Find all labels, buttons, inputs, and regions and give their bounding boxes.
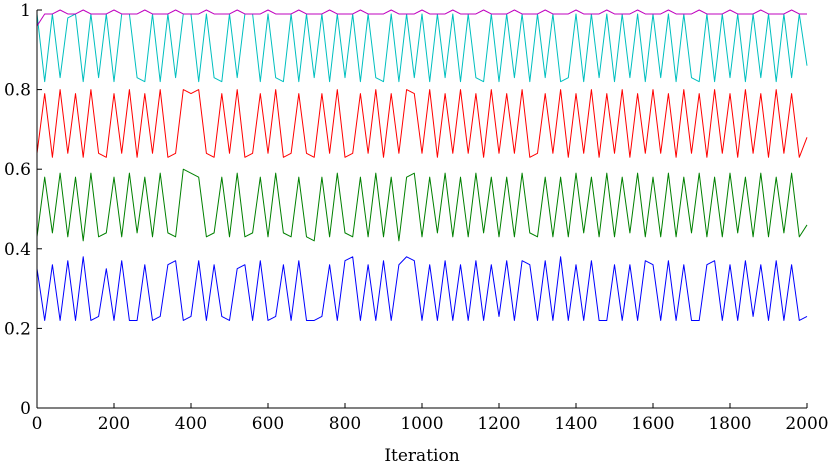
line-chart: 0 200 400 600 800 1000 1200 1400 1600 1800 2000 00… xyxy=(4,1,829,466)
y-ticks: 0 0.2 0.4 0.6 0.8 1 xyxy=(4,1,42,419)
y-tick-label: 0.6 xyxy=(4,160,31,180)
x-axis-title: Iteration xyxy=(384,446,459,466)
x-tick-label: 200 xyxy=(98,414,130,434)
x-tick-label: 1400 xyxy=(554,414,597,434)
y-tick-label: 0.8 xyxy=(4,81,31,101)
x-tick-label: 0 xyxy=(32,414,43,434)
x-tick-label: 1600 xyxy=(631,414,674,434)
y-tick-label: 1 xyxy=(20,1,31,21)
series-line-2 xyxy=(36,168,808,242)
x-tick-label: 400 xyxy=(175,414,207,434)
series-line-3 xyxy=(36,89,808,158)
x-tick-label: 2000 xyxy=(785,414,828,434)
x-tick-label: 800 xyxy=(329,414,361,434)
y-tick-label: 0 xyxy=(20,399,31,419)
y-tick-label: 0.2 xyxy=(4,319,31,339)
x-tick-label: 1000 xyxy=(400,414,443,434)
plot-series xyxy=(36,9,808,321)
axes xyxy=(36,10,807,409)
series-line-4 xyxy=(36,13,808,83)
series-line-1 xyxy=(36,256,808,321)
x-tick-label: 600 xyxy=(252,414,284,434)
y-tick-label: 0.4 xyxy=(4,240,31,260)
x-tick-label: 1200 xyxy=(477,414,520,434)
x-tick-label: 1800 xyxy=(708,414,751,434)
